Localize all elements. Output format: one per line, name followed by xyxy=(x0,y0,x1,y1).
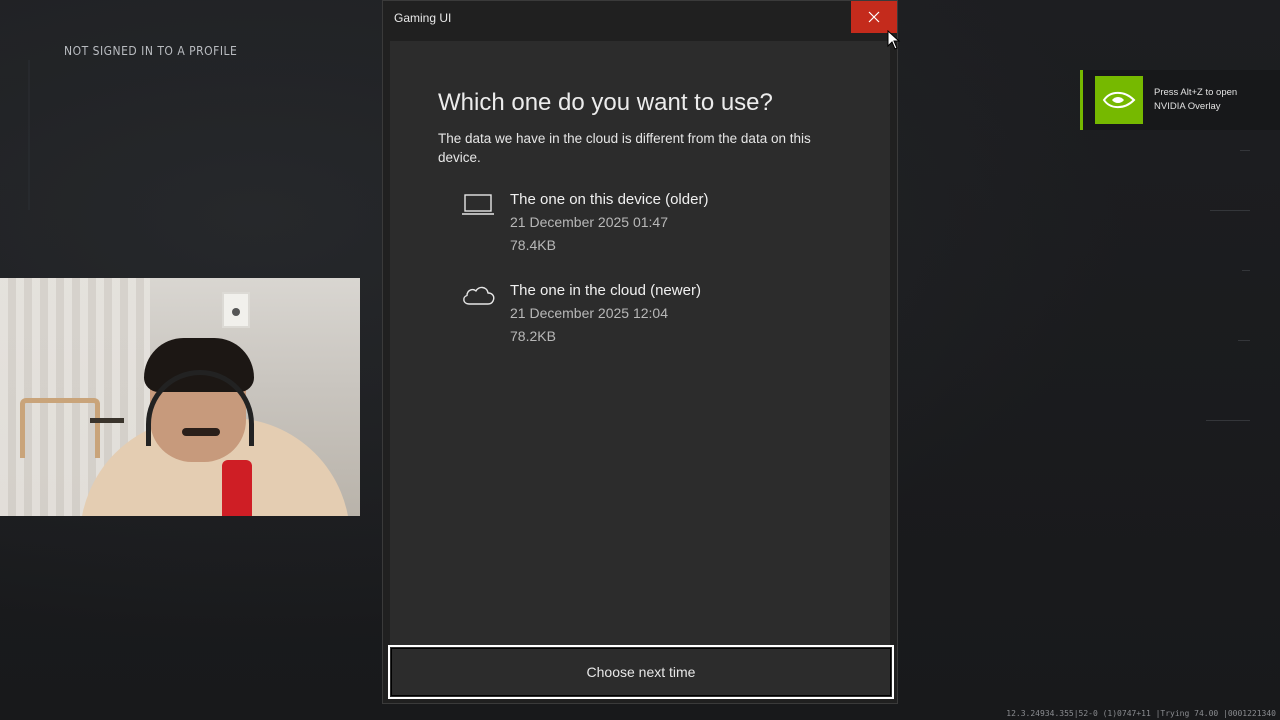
dialog-heading: Which one do you want to use? xyxy=(438,89,773,116)
webcam-feed xyxy=(0,278,360,516)
cloud-icon xyxy=(463,286,495,305)
mouse-cursor-icon xyxy=(887,30,901,50)
status-readout: 12.3.24934.355|52-0 (1)0747+11 |Trying 7… xyxy=(1006,709,1276,718)
webcam-person-moustache xyxy=(182,428,220,436)
option-cloud-save[interactable]: The one in the cloud (newer) 21 December… xyxy=(460,282,820,354)
nvidia-logo-icon xyxy=(1095,76,1143,124)
laptop-icon xyxy=(462,194,494,215)
nvidia-overlay-toast: Press Alt+Z to open NVIDIA Overlay xyxy=(1080,70,1280,130)
option-name: The one in the cloud (newer) xyxy=(510,282,701,299)
nvidia-toast-message: Press Alt+Z to open NVIDIA Overlay xyxy=(1154,86,1274,114)
hud-right-decoration xyxy=(1200,140,1250,440)
option-date: 21 December 2025 01:47 xyxy=(510,214,668,230)
profile-status-text: NOT SIGNED IN TO A PROFILE xyxy=(64,44,238,58)
choose-next-time-button[interactable]: Choose next time xyxy=(388,645,894,699)
nvidia-toast-line1: Press Alt+Z to open xyxy=(1154,87,1238,98)
option-size: 78.2KB xyxy=(510,328,556,344)
nvidia-eye-icon xyxy=(1102,91,1136,109)
dialog-description: The data we have in the cloud is differe… xyxy=(438,131,811,165)
window-title: Gaming UI xyxy=(394,11,452,25)
dialog-content: Which one do you want to use? The data w… xyxy=(390,41,890,699)
webcam-chair xyxy=(20,398,100,458)
option-date: 21 December 2025 12:04 xyxy=(510,305,668,321)
close-button[interactable] xyxy=(851,1,897,33)
gaming-ui-window: Gaming UI Which one do you want to use? … xyxy=(382,0,898,704)
option-name: The one on this device (older) xyxy=(510,191,709,208)
close-icon xyxy=(868,11,880,23)
webcam-lamp-dot xyxy=(232,308,240,316)
title-bar[interactable]: Gaming UI xyxy=(383,1,897,35)
hud-decoration xyxy=(28,60,44,210)
nvidia-toast-line2: NVIDIA Overlay xyxy=(1154,101,1221,112)
webcam-microphone xyxy=(222,460,252,516)
option-size: 78.4KB xyxy=(510,237,556,253)
option-device-save[interactable]: The one on this device (older) 21 Decemb… xyxy=(460,191,820,263)
